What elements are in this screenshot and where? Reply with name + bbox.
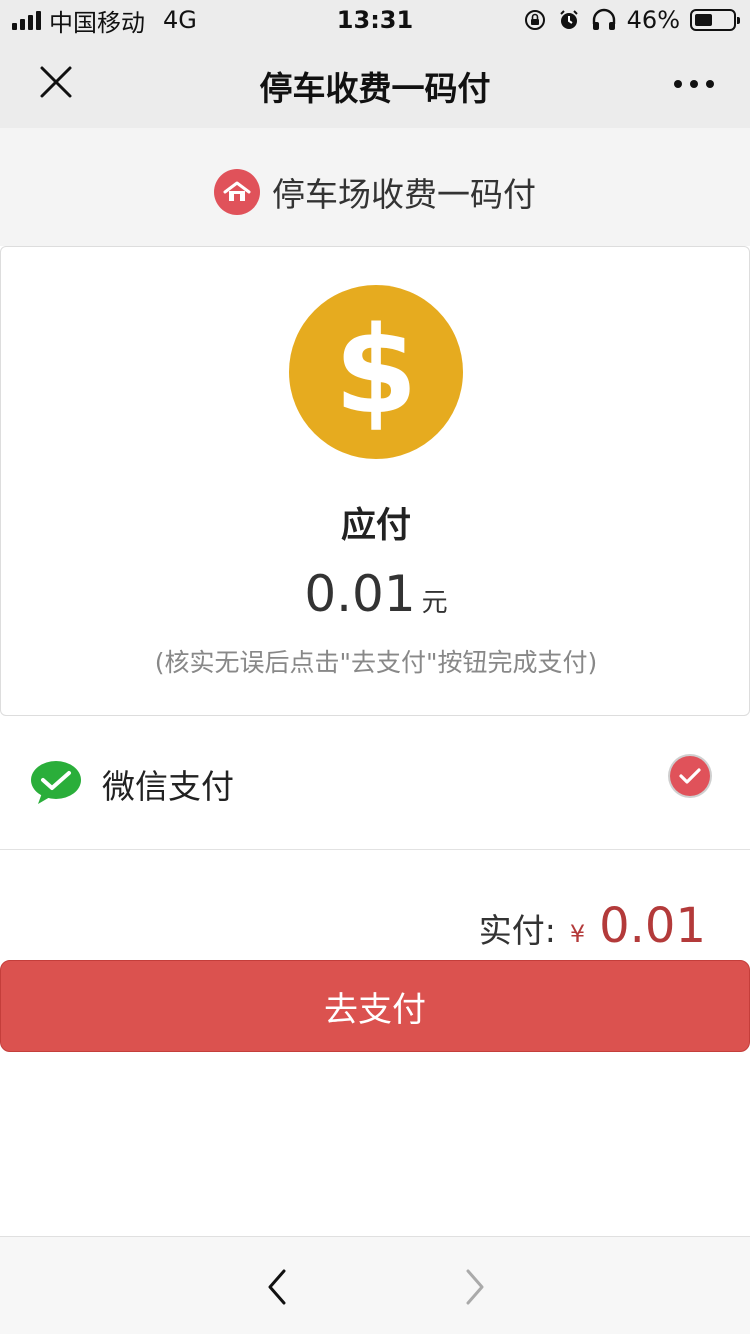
nav-title: 停车收费一码付 (259, 69, 491, 108)
due-amount: 0.01 (304, 565, 416, 623)
orientation-lock-icon (524, 10, 545, 30)
home-icon (214, 169, 260, 215)
back-arrow-icon[interactable] (260, 1267, 294, 1307)
due-amount-row: 0.01 元 (1, 565, 750, 623)
header-title: 停车场收费一码付 (272, 175, 536, 214)
payment-card: $ 应付 0.01 元 (核实无误后点击"去支付"按钮完成支付) (0, 246, 750, 716)
actual-amount: 0.01 (599, 898, 706, 954)
alarm-icon (559, 10, 578, 29)
page-header: 停车场收费一码付 (0, 128, 750, 246)
battery-fill (695, 14, 712, 26)
due-unit: 元 (421, 588, 448, 618)
more-icon[interactable] (674, 80, 714, 88)
header-inner: 停车场收费一码付 (0, 168, 750, 216)
actual-payment: 实付: ¥ 0.01 (479, 898, 706, 954)
coin-symbol: $ (334, 302, 418, 441)
checkmark-icon[interactable] (670, 756, 710, 796)
forward-arrow-icon[interactable] (458, 1267, 492, 1307)
nav-bar: 停车收费一码付 (0, 40, 750, 128)
battery-percent: 46% (626, 6, 680, 34)
actual-label: 实付: (478, 911, 556, 950)
battery-icon (690, 9, 740, 31)
payment-method-wechat[interactable]: 微信支付 (0, 716, 750, 850)
wechat-pay-icon (31, 761, 81, 804)
payment-hint: (核实无误后点击"去支付"按钮完成支付) (154, 648, 598, 677)
bottom-toolbar (0, 1236, 750, 1334)
status-right: 46% (523, 6, 740, 34)
more-dot (706, 80, 714, 88)
due-label: 应付 (340, 506, 411, 546)
more-dot (674, 80, 682, 88)
headphones-icon (592, 8, 615, 30)
payment-method-label: 微信支付 (102, 767, 234, 806)
currency-symbol: ¥ (569, 920, 586, 948)
status-bar: 中国移动 4G 13:31 46% (0, 0, 750, 40)
pay-button[interactable]: 去支付 (0, 960, 750, 1052)
coin-dollar-icon: $ (289, 285, 463, 459)
more-dot (690, 80, 698, 88)
